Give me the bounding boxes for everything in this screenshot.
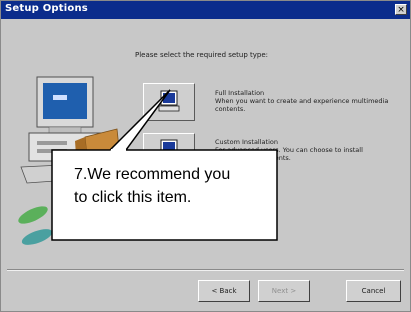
callout-box [51, 89, 278, 241]
callout-line-1: 7.We recommend you [74, 166, 231, 183]
callout-text: 7.We recommend you to click this item. [74, 163, 274, 209]
callout-line-2: to click this item. [74, 189, 192, 206]
